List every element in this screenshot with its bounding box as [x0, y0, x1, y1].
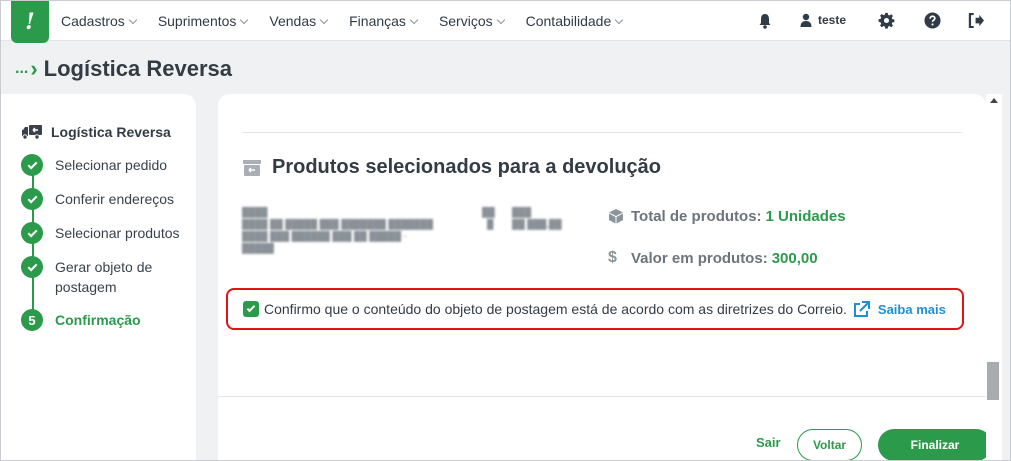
username: teste	[818, 13, 847, 27]
check-icon	[27, 227, 37, 237]
valor-value: 300,00	[771, 249, 818, 267]
external-link-icon	[853, 300, 870, 317]
check-icon	[27, 159, 37, 169]
chevron-down-icon	[615, 15, 624, 24]
valor-label: Valor em produtos:	[631, 249, 768, 267]
confirm-highlight: Confirmo que o conteúdo do objeto de pos…	[226, 288, 964, 330]
app-window: ! Cadastros Suprimentos Vendas Finanças …	[0, 0, 1011, 461]
step-label: Gerar objeto de postagem	[55, 259, 153, 295]
main-menu: Cadastros Suprimentos Vendas Finanças Se…	[61, 1, 644, 41]
help-icon[interactable]	[924, 12, 941, 29]
step-label: Selecionar pedido	[55, 157, 168, 173]
menu-servicos[interactable]: Serviços	[438, 13, 505, 29]
menu-vendas[interactable]: Vendas	[269, 13, 329, 29]
divider	[242, 132, 962, 133]
scroll-up-arrow-icon[interactable]	[990, 98, 998, 103]
total-produtos: Total de produtos: 1 Unidades	[608, 206, 846, 226]
return-box-icon	[243, 159, 261, 176]
box-icon	[609, 209, 623, 224]
menu-label: Vendas	[269, 13, 317, 29]
scrollbar-thumb[interactable]	[987, 362, 999, 400]
step-selecionar-pedido[interactable]: Selecionar pedido	[21, 154, 191, 176]
menu-label: Suprimentos	[157, 13, 237, 29]
page-title: Logística Reversa	[43, 56, 232, 81]
brand-logo[interactable]: !	[11, 1, 49, 43]
products-summary: Total de produtos: 1 Unidades $ Valor em…	[608, 206, 846, 268]
main-panel: Produtos selecionados para a devolução █…	[218, 94, 986, 460]
step-confirmacao[interactable]: 5 Confirmação	[21, 309, 191, 331]
sair-button[interactable]: Sair	[756, 435, 781, 450]
step-done-icon	[21, 154, 43, 176]
step-done-icon	[21, 188, 43, 210]
valor-produtos: $ Valor em produtos: 300,00	[608, 248, 846, 268]
total-label: Total de produtos:	[631, 207, 762, 225]
voltar-button[interactable]: Voltar	[797, 429, 862, 460]
step-conferir-enderecos[interactable]: Conferir endereços	[21, 188, 191, 210]
menu-cadastros[interactable]: Cadastros	[61, 13, 138, 29]
menu-label: Finanças	[349, 13, 406, 29]
scrollbar[interactable]	[986, 94, 1002, 460]
dollar-icon: $	[608, 249, 617, 266]
chevron-down-icon	[496, 15, 505, 24]
truck-return-icon	[22, 125, 42, 140]
step-label: Conferir endereços	[55, 191, 175, 207]
top-nav: ! Cadastros Suprimentos Vendas Finanças …	[1, 1, 1010, 43]
step-number-badge: 5	[21, 309, 43, 331]
confirm-checkbox[interactable]	[243, 301, 259, 317]
check-icon	[27, 261, 37, 271]
gear-icon[interactable]	[878, 12, 895, 29]
steps-list: Selecionar pedido Conferir endereços Sel…	[21, 154, 191, 331]
saiba-mais-label: Saiba mais	[877, 301, 946, 317]
breadcrumb: ... › Logística Reversa	[15, 56, 232, 82]
menu-label: Serviços	[438, 13, 493, 29]
bell-icon[interactable]	[758, 13, 772, 29]
sidebar-header: Logística Reversa	[21, 124, 171, 140]
check-icon	[27, 193, 37, 203]
step-done-icon	[21, 222, 43, 244]
menu-suprimentos[interactable]: Suprimentos	[157, 13, 249, 29]
menu-label: Cadastros	[61, 13, 125, 29]
chevron-right-icon: ›	[30, 56, 38, 81]
user-icon	[800, 13, 812, 27]
menu-label: Contabilidade	[525, 13, 612, 29]
sidebar-title: Logística Reversa	[51, 124, 171, 140]
chevron-down-icon	[319, 15, 329, 24]
step-done-icon	[21, 256, 43, 278]
confirm-text: Confirmo que o conteúdo do objeto de pos…	[264, 301, 847, 317]
finalizar-button[interactable]: Finalizar	[878, 429, 986, 460]
steps-sidebar: Logística Reversa Selecionar pedido Conf…	[1, 94, 196, 460]
logout-icon[interactable]	[968, 13, 985, 28]
menu-contabilidade[interactable]: Contabilidade	[525, 13, 624, 29]
step-number: 5	[28, 312, 36, 328]
section-title: Produtos selecionados para a devolução	[272, 156, 662, 178]
check-icon	[246, 303, 256, 313]
step-label: Selecionar produtos	[55, 225, 180, 241]
section-header: Produtos selecionados para a devolução	[242, 156, 661, 179]
user-menu[interactable]: teste	[800, 13, 846, 27]
menu-financas[interactable]: Finanças	[349, 13, 419, 29]
step-gerar-objeto[interactable]: Gerar objeto de postagem	[21, 256, 191, 297]
chevron-down-icon	[409, 15, 419, 24]
saiba-mais-link[interactable]: Saiba mais	[853, 300, 946, 318]
breadcrumb-ellipsis[interactable]: ...	[15, 60, 28, 78]
step-selecionar-produtos[interactable]: Selecionar produtos	[21, 222, 191, 244]
action-footer: Sair Voltar Finalizar	[218, 396, 986, 460]
chevron-down-icon	[128, 15, 138, 24]
chevron-down-icon	[240, 15, 249, 24]
products-table-blurred: ████ ██ ███ ████ ██ █████ ███ ███████ ████…	[242, 207, 562, 253]
step-label: Confirmação	[55, 312, 141, 328]
total-value: 1 Unidades	[765, 207, 846, 225]
